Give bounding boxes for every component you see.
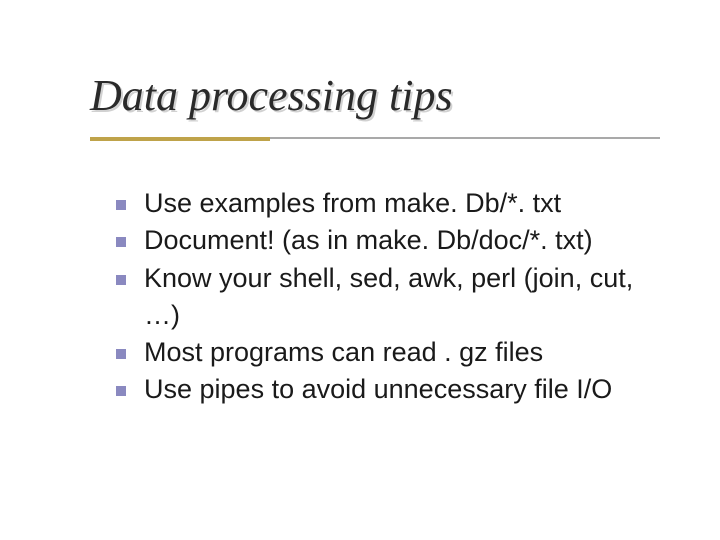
list-item-text: Most programs can read . gz files <box>144 337 543 367</box>
title-underline <box>90 137 660 145</box>
list-item-text: Know your shell, sed, awk, perl (join, c… <box>144 263 633 330</box>
list-item: Use pipes to avoid unnecessary file I/O <box>116 371 660 408</box>
list-item-text: Use examples from make. Db/*. txt <box>144 188 561 218</box>
square-bullet-icon <box>116 349 126 359</box>
list-item-text: Document! (as in make. Db/doc/*. txt) <box>144 225 593 255</box>
title-underline-accent <box>90 137 270 141</box>
slide: Data processing tips Use examples from m… <box>0 0 720 540</box>
list-item: Most programs can read . gz files <box>116 334 660 371</box>
bullet-list: Use examples from make. Db/*. txt Docume… <box>90 185 660 409</box>
list-item: Document! (as in make. Db/doc/*. txt) <box>116 222 660 259</box>
square-bullet-icon <box>116 237 126 247</box>
list-item: Use examples from make. Db/*. txt <box>116 185 660 222</box>
list-item: Know your shell, sed, awk, perl (join, c… <box>116 260 660 335</box>
square-bullet-icon <box>116 200 126 210</box>
list-item-text: Use pipes to avoid unnecessary file I/O <box>144 374 612 404</box>
slide-title: Data processing tips <box>90 70 660 131</box>
square-bullet-icon <box>116 386 126 396</box>
square-bullet-icon <box>116 275 126 285</box>
